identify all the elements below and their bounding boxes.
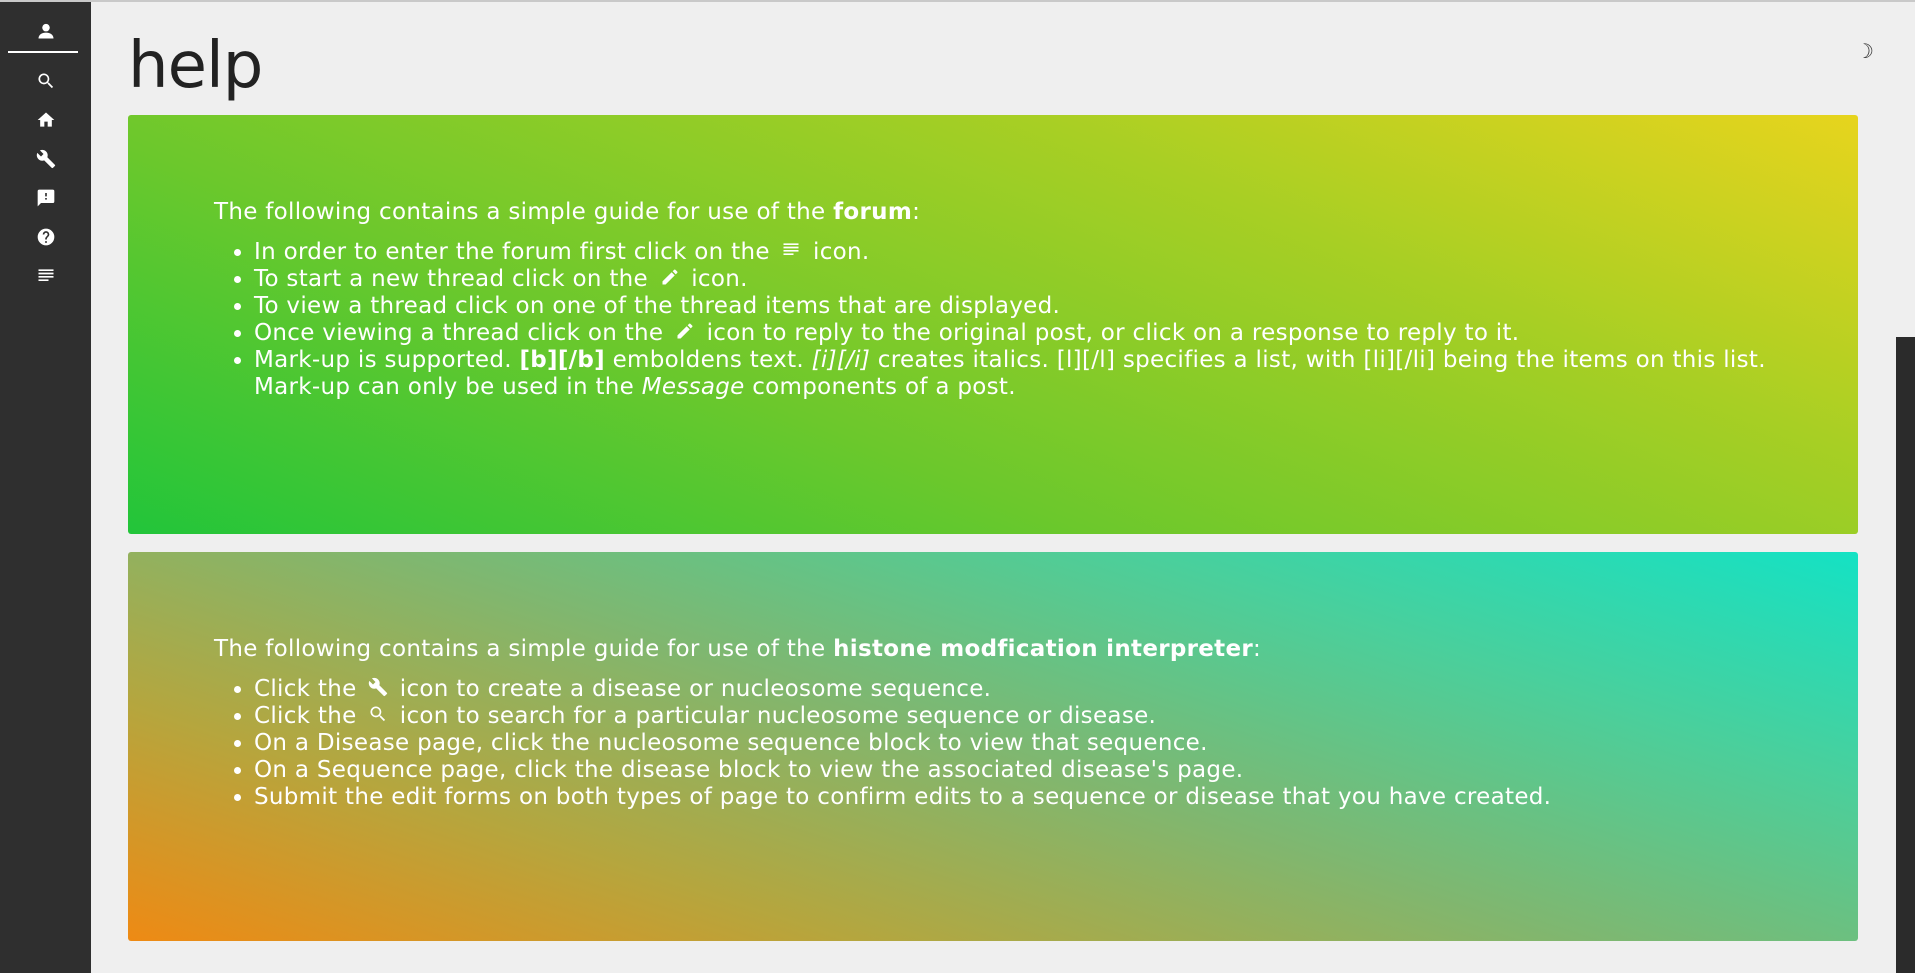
list-item-bold: [b][/b] bbox=[519, 347, 605, 373]
histone-intro-text: The following contains a simple guide fo… bbox=[214, 636, 834, 662]
sidebar-divider bbox=[8, 51, 78, 53]
scrollbar[interactable] bbox=[1896, 337, 1915, 973]
list-item: To start a new thread click on the icon. bbox=[254, 266, 1858, 293]
list-item-text: Submit the edit forms on both types of p… bbox=[254, 784, 1552, 810]
pencil-icon bbox=[660, 267, 680, 287]
list-item-text: emboldens text. bbox=[604, 347, 812, 373]
list-item: On a Disease page, click the nucleosome … bbox=[254, 730, 1858, 757]
list-item: Mark-up is supported. [b][/b] emboldens … bbox=[254, 347, 1858, 401]
forum-icon bbox=[781, 240, 801, 260]
pencil-icon bbox=[675, 321, 695, 341]
list-item-text: On a Sequence page, click the disease bl… bbox=[254, 757, 1244, 783]
list-item-text: icon. bbox=[805, 239, 870, 265]
list-item: Once viewing a thread click on the icon … bbox=[254, 320, 1858, 347]
theme-toggle-icon[interactable]: ☽ bbox=[1852, 38, 1878, 64]
forum-guide-panel: The following contains a simple guide fo… bbox=[128, 115, 1858, 534]
list-item: Click the icon to create a disease or nu… bbox=[254, 676, 1858, 703]
histone-guide-list: Click the icon to create a disease or nu… bbox=[214, 676, 1858, 811]
list-item: Submit the edit forms on both types of p… bbox=[254, 784, 1858, 811]
forum-intro-bold: forum bbox=[833, 199, 913, 225]
list-item: Click the icon to search for a particula… bbox=[254, 703, 1858, 730]
list-item-text: icon to search for a particular nucleoso… bbox=[392, 703, 1157, 729]
feedback-icon[interactable] bbox=[0, 183, 91, 213]
list-item-text: icon to create a disease or nucleosome s… bbox=[392, 676, 992, 702]
forum-intro-end: : bbox=[912, 199, 921, 225]
top-border bbox=[0, 0, 1915, 2]
user-icon[interactable] bbox=[0, 16, 91, 46]
sidebar bbox=[0, 2, 91, 973]
search-icon[interactable] bbox=[0, 66, 91, 96]
forum-intro: The following contains a simple guide fo… bbox=[214, 115, 1858, 227]
home-icon[interactable] bbox=[0, 105, 91, 135]
list-item-text: To view a thread click on one of the thr… bbox=[254, 293, 1061, 319]
wrench-icon bbox=[368, 677, 388, 697]
list-item-text: icon. bbox=[683, 266, 748, 292]
page-title: help bbox=[128, 29, 263, 103]
list-item-text: Click the bbox=[254, 703, 365, 729]
list-item-text: icon to reply to the original post, or c… bbox=[698, 320, 1520, 346]
list-item-text: components of a post. bbox=[744, 374, 1016, 400]
list-item-italic: Message bbox=[641, 374, 745, 400]
list-item-text: In order to enter the forum first click … bbox=[254, 239, 778, 265]
help-icon[interactable] bbox=[0, 222, 91, 252]
list-item-text: On a Disease page, click the nucleosome … bbox=[254, 730, 1208, 756]
list-item: To view a thread click on one of the thr… bbox=[254, 293, 1858, 320]
histone-guide-panel: The following contains a simple guide fo… bbox=[128, 552, 1858, 941]
list-item-text: Click the bbox=[254, 676, 365, 702]
list-item-italic: [i][/i] bbox=[811, 347, 871, 373]
list-item-text: Mark-up is supported. bbox=[254, 347, 520, 373]
forum-intro-text: The following contains a simple guide fo… bbox=[214, 199, 834, 225]
list-item: In order to enter the forum first click … bbox=[254, 239, 1858, 266]
wrench-icon[interactable] bbox=[0, 144, 91, 174]
histone-intro: The following contains a simple guide fo… bbox=[214, 552, 1858, 664]
list-item-text: Once viewing a thread click on the bbox=[254, 320, 671, 346]
histone-intro-bold: histone modfication interpreter bbox=[833, 636, 1254, 662]
histone-intro-end: : bbox=[1253, 636, 1262, 662]
forum-guide-list: In order to enter the forum first click … bbox=[214, 239, 1858, 401]
forum-icon[interactable] bbox=[0, 261, 91, 291]
list-item: On a Sequence page, click the disease bl… bbox=[254, 757, 1858, 784]
search-icon bbox=[368, 704, 388, 724]
list-item-text: To start a new thread click on the bbox=[254, 266, 656, 292]
